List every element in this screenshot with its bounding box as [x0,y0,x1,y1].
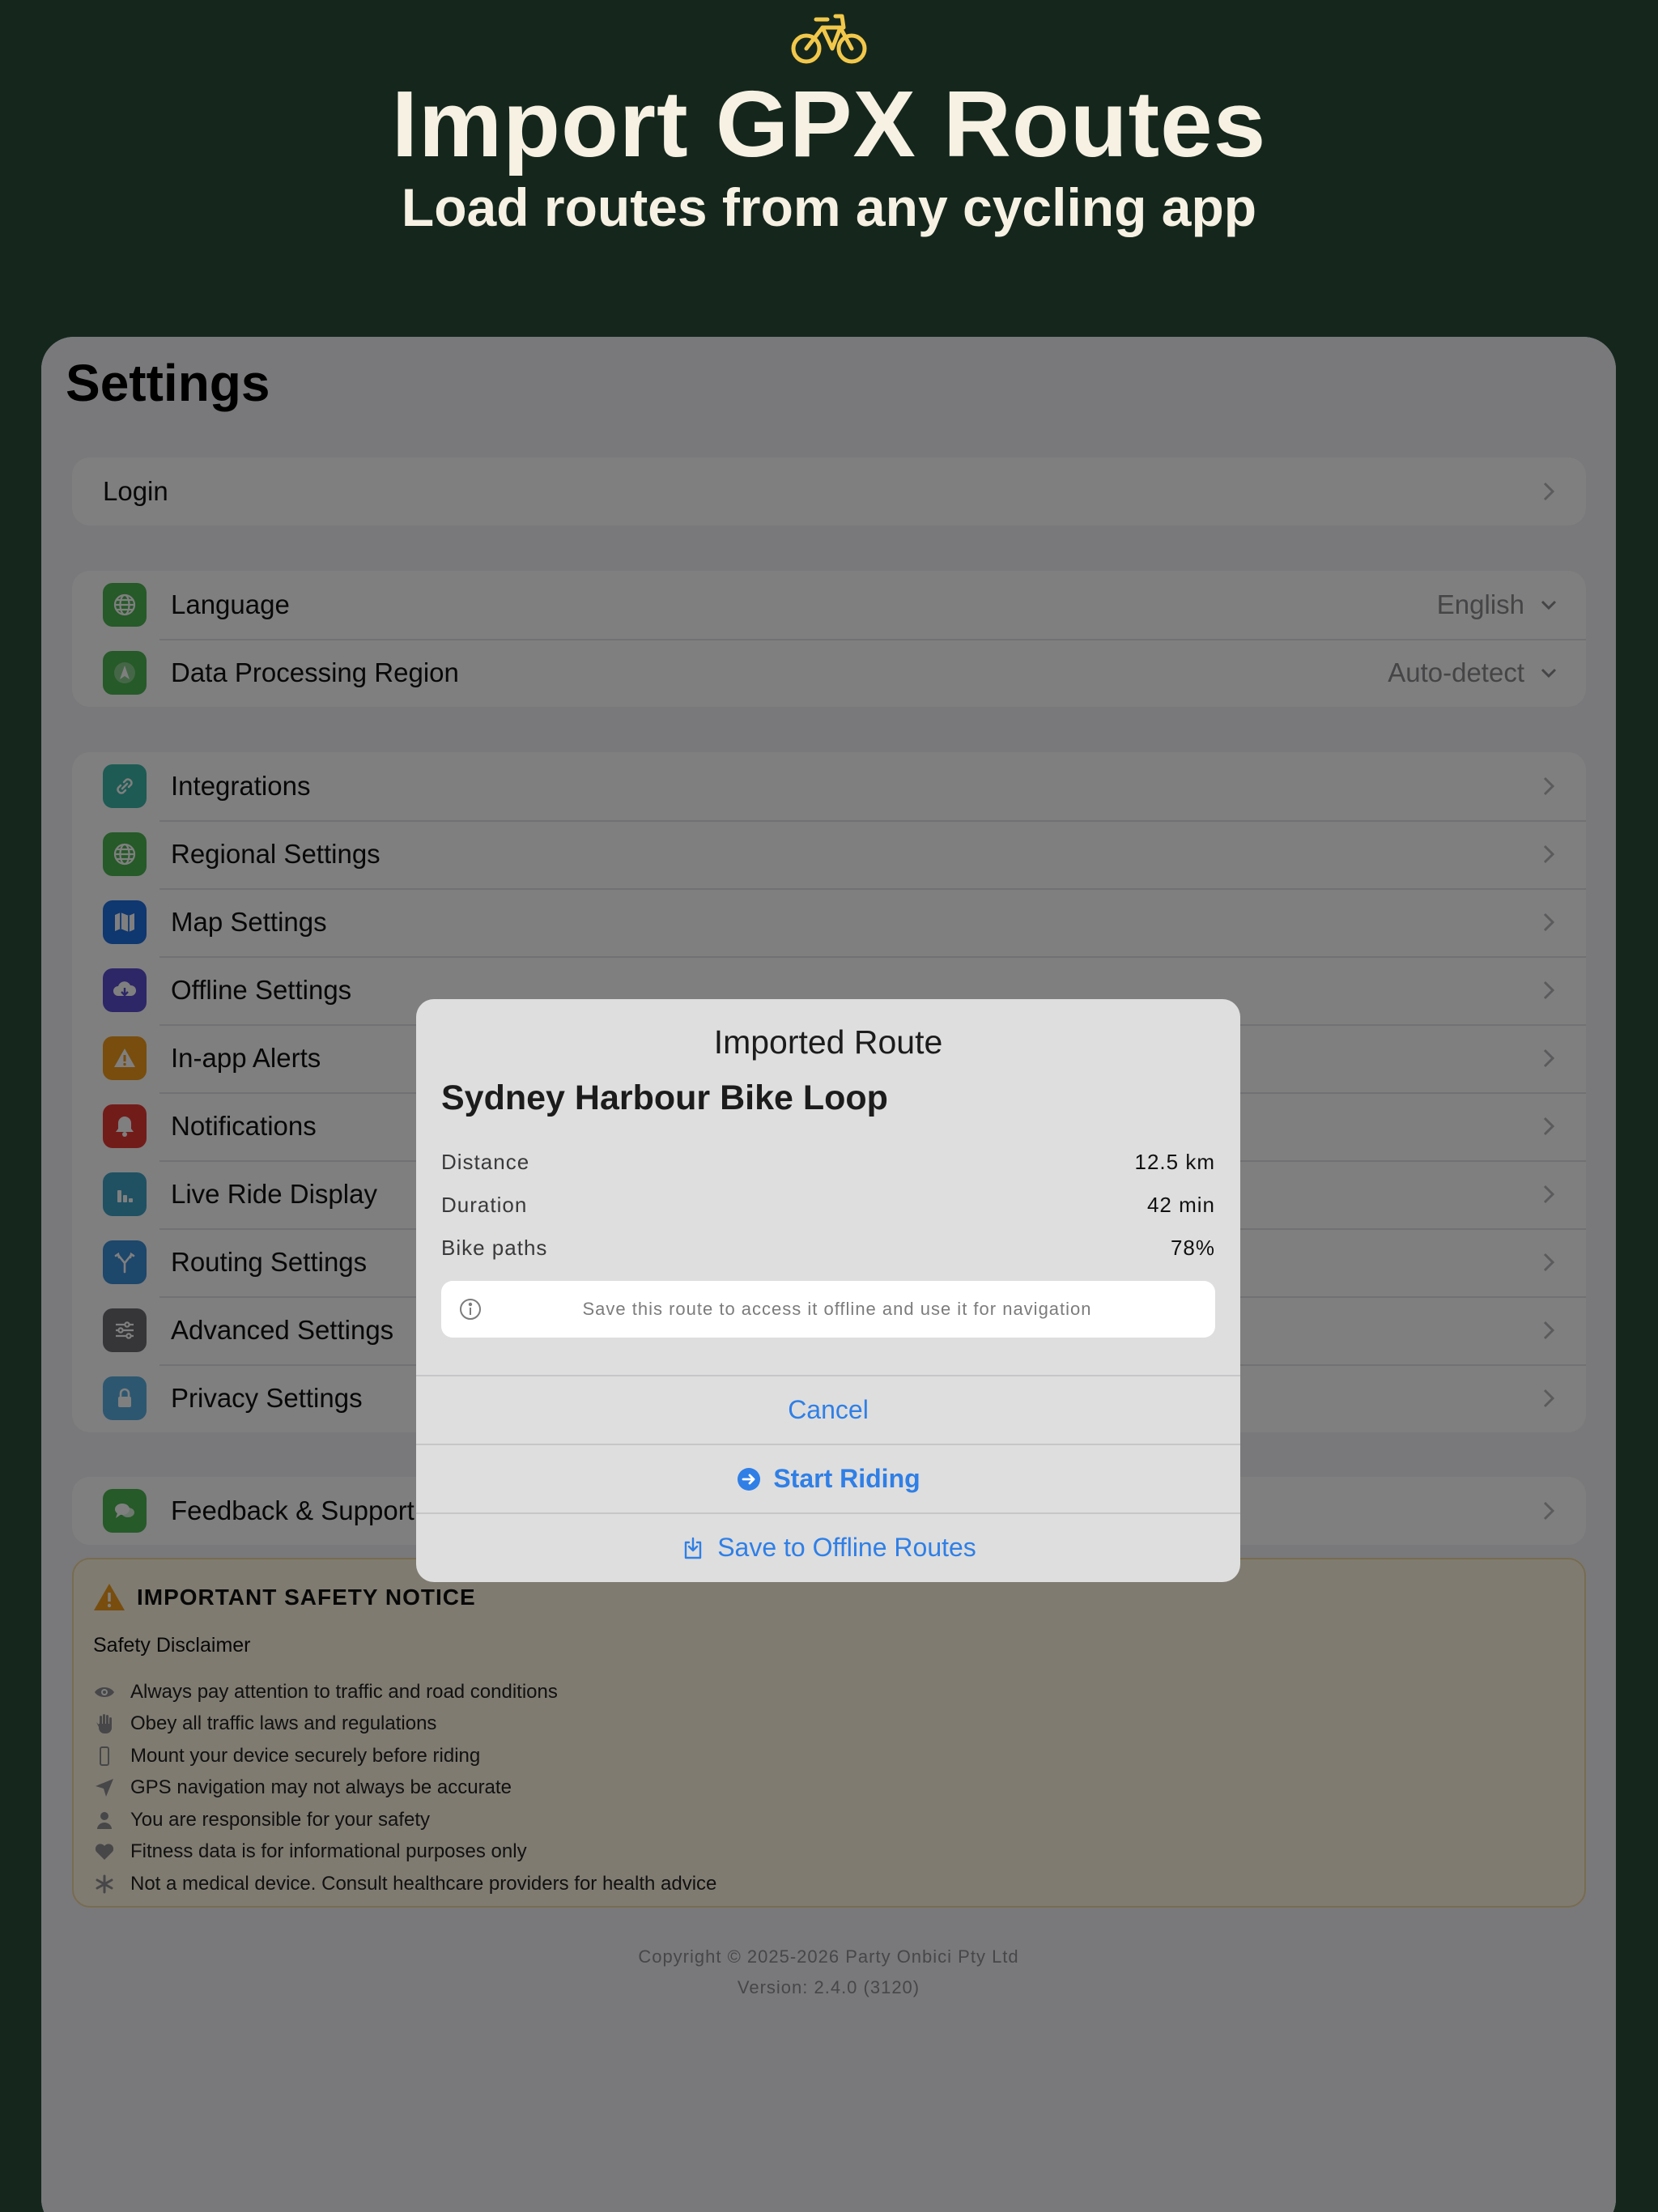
stat-value: 42 min [1146,1193,1215,1217]
save-download-icon [685,1537,702,1559]
hero-title: Import GPX Routes [391,71,1267,177]
save-offline-label: Save to Offline Routes [717,1533,976,1562]
cancel-label: Cancel [788,1395,869,1424]
bicycle-icon [791,14,867,64]
cancel-button[interactable]: Cancel [416,1375,1240,1444]
stat-distance: Distance 12.5 km [441,1150,1215,1175]
info-icon [460,1299,481,1320]
stat-label: Distance [441,1150,530,1174]
info-text: Save this route to access it offline and… [582,1299,1092,1319]
arrow-right-circle-icon [738,1467,761,1491]
stat-label: Bike paths [441,1236,548,1260]
start-riding-button[interactable]: Start Riding [416,1444,1240,1512]
stat-duration: Duration 42 min [441,1193,1215,1218]
stat-bike-paths: Bike paths 78% [441,1236,1215,1261]
info-box: Save this route to access it offline and… [441,1281,1215,1338]
hero-subtitle: Load routes from any cycling app [401,177,1257,237]
route-name: Sydney Harbour Bike Loop [441,1078,888,1117]
imported-route-dialog: Imported Route Sydney Harbour Bike Loop … [416,999,1240,1582]
save-offline-button[interactable]: Save to Offline Routes [416,1512,1240,1581]
dialog-title: Imported Route [713,1023,943,1061]
stat-value: 12.5 km [1134,1150,1215,1174]
stat-label: Duration [441,1193,528,1217]
start-riding-label: Start Riding [773,1464,920,1493]
stat-value: 78% [1170,1236,1215,1260]
